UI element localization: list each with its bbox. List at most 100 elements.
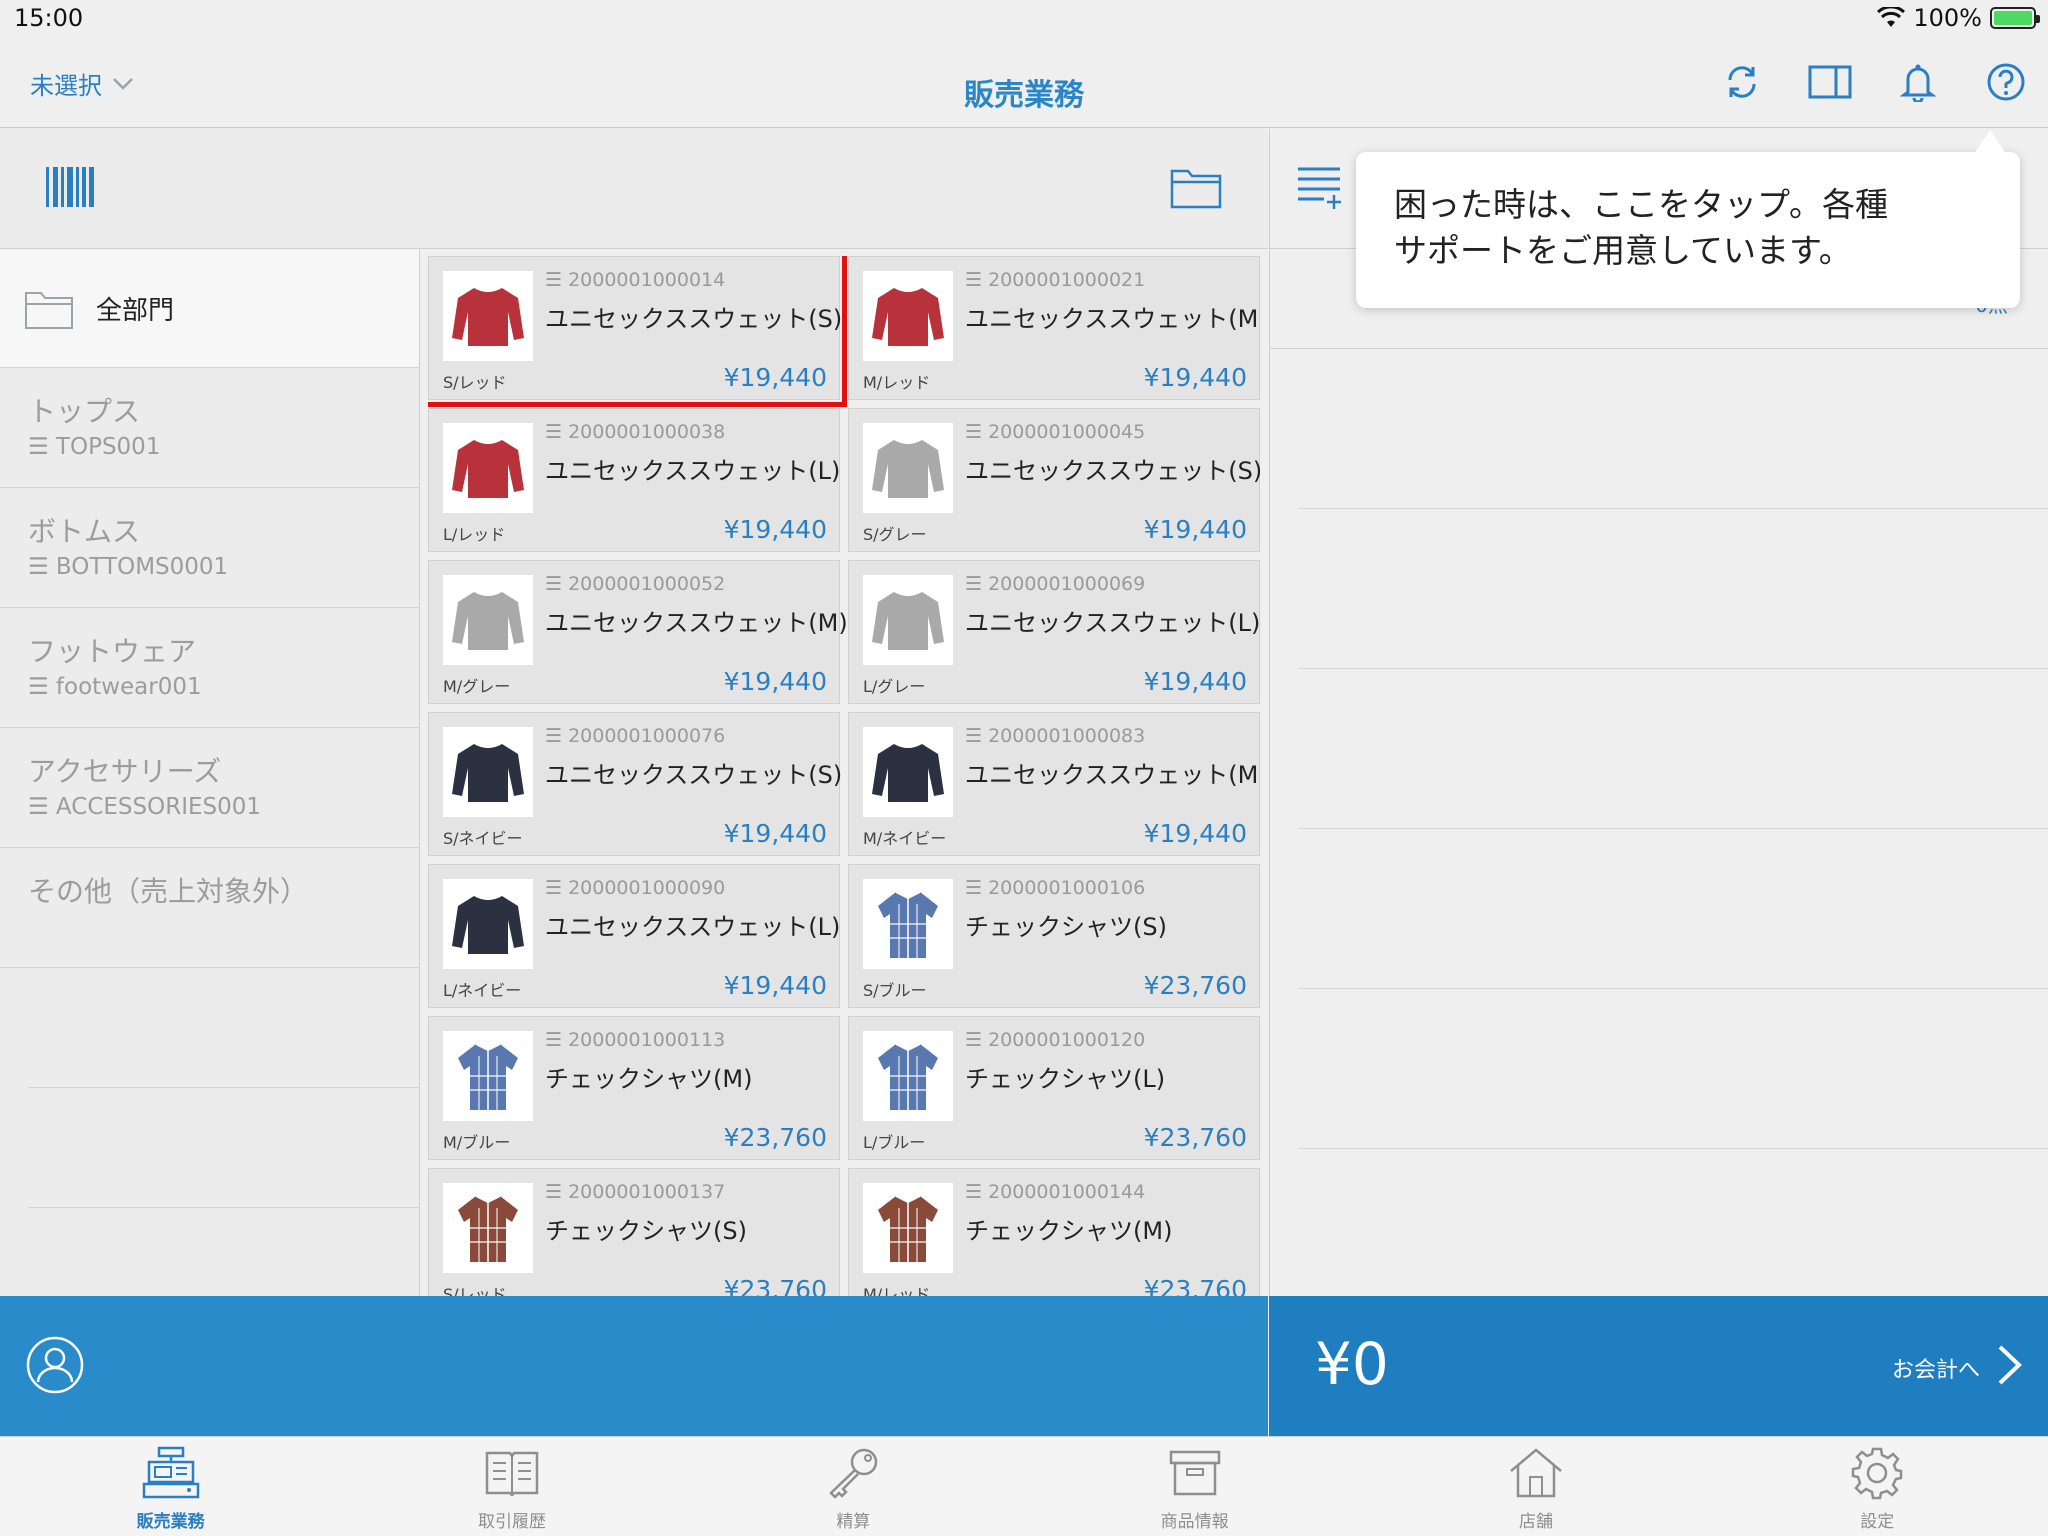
- product-thumbnail: [863, 879, 953, 969]
- product-thumbnail: [443, 423, 533, 513]
- category-empty-row: [28, 968, 419, 1088]
- product-variant: S/ブルー: [863, 981, 927, 1000]
- key-icon: [829, 1448, 878, 1499]
- split-view-icon: [1808, 65, 1852, 99]
- product-card[interactable]: ☰ 2000001000021 ユニセックススウェット(M) M/レッド ¥19,44…: [848, 256, 1260, 400]
- sweatshirt-icon: [872, 743, 944, 802]
- product-code: ☰ 2000001000113: [545, 1029, 726, 1051]
- product-price: ¥19,440: [1143, 363, 1247, 392]
- split-view-button[interactable]: [1808, 60, 1852, 104]
- category-name: アクセサリーズ: [28, 755, 222, 788]
- product-code: ☰ 2000001000014: [545, 269, 726, 291]
- product-code: ☰ 2000001000144: [965, 1181, 1146, 1203]
- category-list: 全部門 トップス ☰ TOPS001 ボトムス ☰ BOTTOMS0001 フッ…: [0, 250, 420, 1296]
- product-card[interactable]: ☰ 2000001000137 チェックシャツ(S) S/レッド ¥23,760: [428, 1168, 840, 1296]
- product-card[interactable]: ☰ 2000001000038 ユニセックススウェット(L) L/レッド ¥19,44…: [428, 408, 840, 552]
- folder-icon: [25, 291, 73, 329]
- help-tooltip[interactable]: 困った時は、ここをタップ。各種 サポートをご用意しています。: [1356, 130, 2020, 308]
- category-all-label: 全部門: [96, 296, 175, 326]
- product-card[interactable]: ☰ 2000001000144 チェックシャツ(M) M/レッド ¥23,760: [848, 1168, 1260, 1296]
- product-price: ¥23,760: [723, 1275, 827, 1296]
- tab-sales[interactable]: 販売業務: [0, 1437, 341, 1536]
- bell-icon: [1900, 64, 1936, 102]
- product-variant: M/グレー: [443, 677, 511, 696]
- sync-button[interactable]: [1720, 60, 1764, 104]
- checkout-bar[interactable]: ¥0 お会計へ: [1269, 1296, 2048, 1436]
- wifi-icon: [1877, 7, 1906, 27]
- product-card[interactable]: ☰ 2000001000014 ユニセックススウェット(S) S/レッド ¥19,44…: [428, 256, 847, 407]
- product-name: チェックシャツ(S): [965, 913, 1167, 941]
- sweatshirt-icon: [452, 591, 524, 650]
- status-time: 15:00: [14, 4, 84, 32]
- product-code: ☰ 2000001000106: [965, 877, 1146, 899]
- status-right: 100%: [1877, 4, 2040, 32]
- tab-label: 販売業務: [136, 1512, 205, 1532]
- product-code: ☰ 2000001000137: [545, 1181, 726, 1203]
- product-thumbnail: [863, 423, 953, 513]
- product-price: ¥19,440: [1143, 515, 1247, 544]
- product-code: ☰ 2000001000120: [965, 1029, 1146, 1051]
- product-card[interactable]: ☰ 2000001000106 チェックシャツ(S) S/ブルー ¥23,760: [848, 864, 1260, 1008]
- cart-line: [1298, 509, 2048, 669]
- barcode-scan-button[interactable]: [44, 165, 96, 209]
- product-thumbnail: [443, 727, 533, 817]
- product-card[interactable]: ☰ 2000001000069 ユニセックススウェット(L) L/グレー ¥19,44…: [848, 560, 1260, 704]
- product-name: ユニセックススウェット(M): [545, 609, 848, 637]
- product-code: ☰ 2000001000083: [965, 725, 1146, 747]
- cart-total: ¥0: [1315, 1330, 1389, 1398]
- tab-settlement[interactable]: 精算: [683, 1437, 1024, 1536]
- category-all[interactable]: 全部門: [0, 250, 419, 368]
- product-toolbar: [0, 129, 1268, 249]
- category-item-bottoms[interactable]: ボトムス ☰ BOTTOMS0001: [0, 488, 419, 608]
- product-card[interactable]: ☰ 2000001000076 ユニセックススウェット(S) S/ネイビー ¥19,4…: [428, 712, 843, 856]
- product-card[interactable]: ☰ 2000001000083 ユニセックススウェット(M) M/ネイビー ¥19,4…: [848, 712, 1260, 856]
- tooltip-line-2: サポートをご用意しています。: [1394, 231, 1852, 270]
- tab-settings[interactable]: 設定: [1707, 1437, 2048, 1536]
- notification-button[interactable]: [1896, 60, 1940, 104]
- product-card[interactable]: ☰ 2000001000045 ユニセックススウェット(S) S/グレー ¥19,44…: [848, 408, 1260, 552]
- category-item-other[interactable]: その他（売上対象外）: [0, 848, 419, 968]
- product-name: ユニセックススウェット(S): [965, 457, 1260, 485]
- sweatshirt-icon: [452, 743, 524, 802]
- help-button[interactable]: [1984, 60, 2028, 104]
- add-to-list-button[interactable]: [1296, 163, 1342, 211]
- nav-actions: [1720, 60, 2028, 104]
- product-price: ¥23,760: [1143, 1123, 1247, 1152]
- shirt-icon: [878, 891, 938, 958]
- tooltip-line-1: 困った時は、ここをタップ。各種: [1394, 185, 1889, 224]
- category-item-accessories[interactable]: アクセサリーズ ☰ ACCESSORIES001: [0, 728, 419, 848]
- shirt-icon: [878, 1195, 938, 1262]
- category-item-tops[interactable]: トップス ☰ TOPS001: [0, 368, 419, 488]
- tab-product-info[interactable]: 商品情報: [1024, 1437, 1365, 1536]
- category-code: ☰ TOPS001: [28, 434, 161, 460]
- gear-icon: [1852, 1447, 1903, 1500]
- product-card[interactable]: ☰ 2000001000120 チェックシャツ(L) L/ブルー ¥23,760: [848, 1016, 1260, 1160]
- product-variant: M/レッド: [863, 1285, 931, 1296]
- folder-button[interactable]: [1170, 165, 1222, 209]
- product-thumbnail: [863, 727, 953, 817]
- battery-icon: [1990, 7, 2040, 29]
- product-name: ユニセックススウェット(L): [545, 457, 841, 485]
- product-code: ☰ 2000001000038: [545, 421, 726, 443]
- category-name: フットウェア: [28, 635, 197, 668]
- product-name: ユニセックススウェット(S): [545, 761, 843, 789]
- product-thumbnail: [863, 1031, 953, 1121]
- battery-percent: 100%: [1913, 4, 1982, 32]
- product-card[interactable]: ☰ 2000001000090 ユニセックススウェット(L) L/ネイビー ¥19,4…: [428, 864, 840, 1008]
- category-name: ボトムス: [28, 515, 141, 548]
- history-book-icon: [485, 1451, 539, 1496]
- tab-store[interactable]: 店舗: [1365, 1437, 1706, 1536]
- tab-history[interactable]: 取引履歴: [341, 1437, 682, 1536]
- tab-label: 精算: [836, 1512, 871, 1532]
- product-price: ¥19,440: [723, 515, 827, 544]
- customer-select-button[interactable]: [26, 1336, 84, 1394]
- category-item-footwear[interactable]: フットウェア ☰ footwear001: [0, 608, 419, 728]
- tab-label: 店舗: [1518, 1512, 1553, 1532]
- product-thumbnail: [443, 1031, 533, 1121]
- shirt-icon: [458, 1043, 518, 1110]
- product-variant: L/ブルー: [863, 1133, 926, 1152]
- shirt-icon: [878, 1043, 938, 1110]
- product-name: ユニセックススウェット(S): [545, 305, 843, 333]
- product-card[interactable]: ☰ 2000001000113 チェックシャツ(M) M/ブルー ¥23,760: [428, 1016, 840, 1160]
- product-card[interactable]: ☰ 2000001000052 ユニセックススウェット(M) M/グレー ¥19,44…: [428, 560, 848, 704]
